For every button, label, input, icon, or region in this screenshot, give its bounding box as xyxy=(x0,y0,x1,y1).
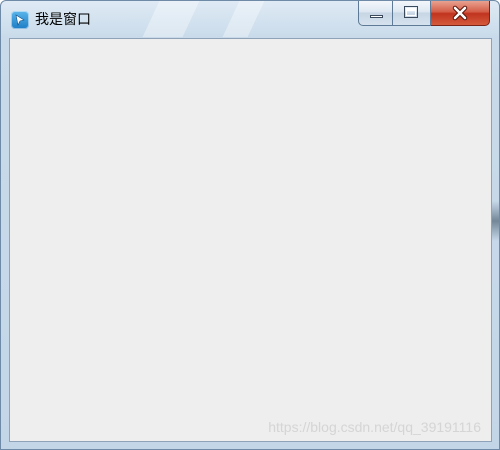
caption-buttons xyxy=(358,1,490,27)
close-icon xyxy=(452,5,468,21)
app-window: 我是窗口 https://blog.csdn.net/qq_39191116 xyxy=(0,0,500,450)
watermark-text: https://blog.csdn.net/qq_39191116 xyxy=(268,419,481,435)
title-bar[interactable]: 我是窗口 xyxy=(1,1,499,37)
app-cursor-icon[interactable] xyxy=(11,11,29,29)
frame-edge-shadow xyxy=(492,201,499,241)
window-title: 我是窗口 xyxy=(35,12,91,28)
close-button[interactable] xyxy=(431,1,490,26)
minimize-button[interactable] xyxy=(358,1,393,26)
minimize-icon xyxy=(370,15,383,18)
maximize-icon xyxy=(404,6,418,18)
maximize-button[interactable] xyxy=(393,1,431,26)
client-area[interactable]: https://blog.csdn.net/qq_39191116 xyxy=(9,38,492,442)
